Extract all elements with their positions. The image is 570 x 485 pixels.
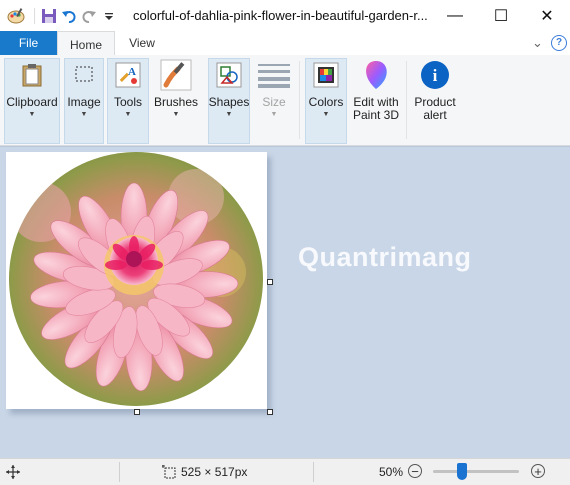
save-icon[interactable]: [39, 6, 59, 26]
clipboard-button[interactable]: Clipboard ▼: [4, 55, 60, 139]
size-caret: ▼: [270, 111, 278, 118]
clipboard-icon: [16, 59, 48, 91]
product-alert-label: Product alert: [414, 96, 455, 122]
shapes-label: Shapes: [208, 95, 250, 109]
tab-file[interactable]: File: [0, 31, 57, 55]
resize-handle-corner[interactable]: [267, 409, 273, 415]
status-divider-1: [119, 462, 120, 482]
colors-icon: [310, 59, 342, 91]
paint3d-icon: [360, 59, 392, 91]
shapes-icon: [213, 59, 245, 91]
edit-paint3d-line2: Paint 3D: [352, 108, 400, 122]
size-button[interactable]: Size ▼: [254, 55, 294, 139]
image-label: Image: [67, 95, 101, 109]
ribbon-divider: [299, 61, 300, 139]
zoom-level: 50%: [379, 465, 404, 479]
tools-caret: ▼: [124, 111, 132, 118]
shapes-caret: ▼: [225, 111, 233, 118]
status-divider-2: [313, 462, 314, 482]
brushes-button[interactable]: Brushes ▼: [152, 55, 200, 139]
collapse-ribbon-icon[interactable]: ⌄: [532, 35, 543, 51]
tab-home[interactable]: Home: [57, 31, 115, 57]
brushes-label: Brushes: [153, 95, 199, 109]
svg-text:i: i: [433, 66, 438, 85]
image-caret: ▼: [80, 111, 88, 118]
cursor-position-icon: [6, 465, 20, 482]
close-button[interactable]: ✕: [524, 0, 570, 31]
image-dimensions: 525 × 517px: [181, 465, 248, 479]
dahlia-image: [9, 152, 263, 406]
resize-handle-right[interactable]: [267, 279, 273, 285]
tools-icon: A: [112, 59, 144, 91]
resize-handle-bottom[interactable]: [134, 409, 140, 415]
title-bar: colorful-of-dahlia-pink-flower-in-beauti…: [0, 0, 570, 31]
help-icon[interactable]: ?: [551, 35, 567, 51]
tools-label: Tools: [113, 95, 142, 109]
tab-view[interactable]: View: [118, 31, 166, 55]
shapes-button[interactable]: Shapes ▼: [208, 55, 250, 139]
product-alert-line1: Product: [414, 95, 456, 109]
select-icon: [68, 59, 100, 91]
ribbon-divider-2: [406, 61, 407, 139]
line-size-icon: [258, 59, 290, 91]
edit-with-paint3d-button[interactable]: Edit with Paint 3D: [350, 55, 402, 139]
minimize-button[interactable]: —: [432, 0, 478, 31]
info-icon: i: [419, 59, 451, 91]
brush-icon: [160, 59, 192, 91]
window-title: colorful-of-dahlia-pink-flower-in-beauti…: [133, 8, 428, 23]
zoom-out-button[interactable]: −: [408, 464, 422, 478]
canvas-workspace: Quantrimang: [0, 146, 570, 459]
redo-icon[interactable]: [79, 6, 99, 26]
customize-qat-icon[interactable]: [99, 6, 119, 26]
status-bar: 525 × 517px 50% − +: [0, 458, 570, 485]
paint-app-icon[interactable]: [6, 6, 26, 26]
image-button[interactable]: Image ▼: [64, 55, 104, 139]
maximize-button[interactable]: ☐: [478, 0, 524, 31]
image-size-icon: [162, 465, 176, 482]
ribbon: Clipboard ▼ Image ▼ A Tools ▼ Brushes ▼ …: [0, 55, 570, 146]
watermark-text: Quantrimang: [298, 242, 472, 272]
brushes-caret: ▼: [172, 111, 180, 118]
drawing-canvas[interactable]: [6, 152, 267, 409]
zoom-slider-thumb[interactable]: [457, 463, 467, 480]
colors-button[interactable]: Colors ▼: [305, 55, 347, 139]
product-alert-button[interactable]: i Product alert: [410, 55, 460, 139]
size-label: Size: [262, 95, 286, 109]
product-alert-line2: alert: [423, 108, 447, 122]
colors-caret: ▼: [322, 111, 330, 118]
undo-icon[interactable]: [59, 6, 79, 26]
quick-access-toolbar: [6, 6, 119, 26]
zoom-slider-track[interactable]: [433, 470, 519, 473]
edit-paint3d-line1: Edit with: [353, 95, 399, 109]
edit-paint3d-label: Edit with Paint 3D: [353, 96, 399, 122]
tools-button[interactable]: A Tools ▼: [107, 55, 149, 139]
clipboard-caret: ▼: [28, 111, 36, 118]
ribbon-tabs: File Home View ⌄ ?: [0, 31, 570, 57]
colors-label: Colors: [308, 95, 344, 109]
zoom-in-button[interactable]: +: [531, 464, 545, 478]
svg-text:A: A: [128, 66, 136, 78]
clipboard-label: Clipboard: [6, 95, 58, 109]
